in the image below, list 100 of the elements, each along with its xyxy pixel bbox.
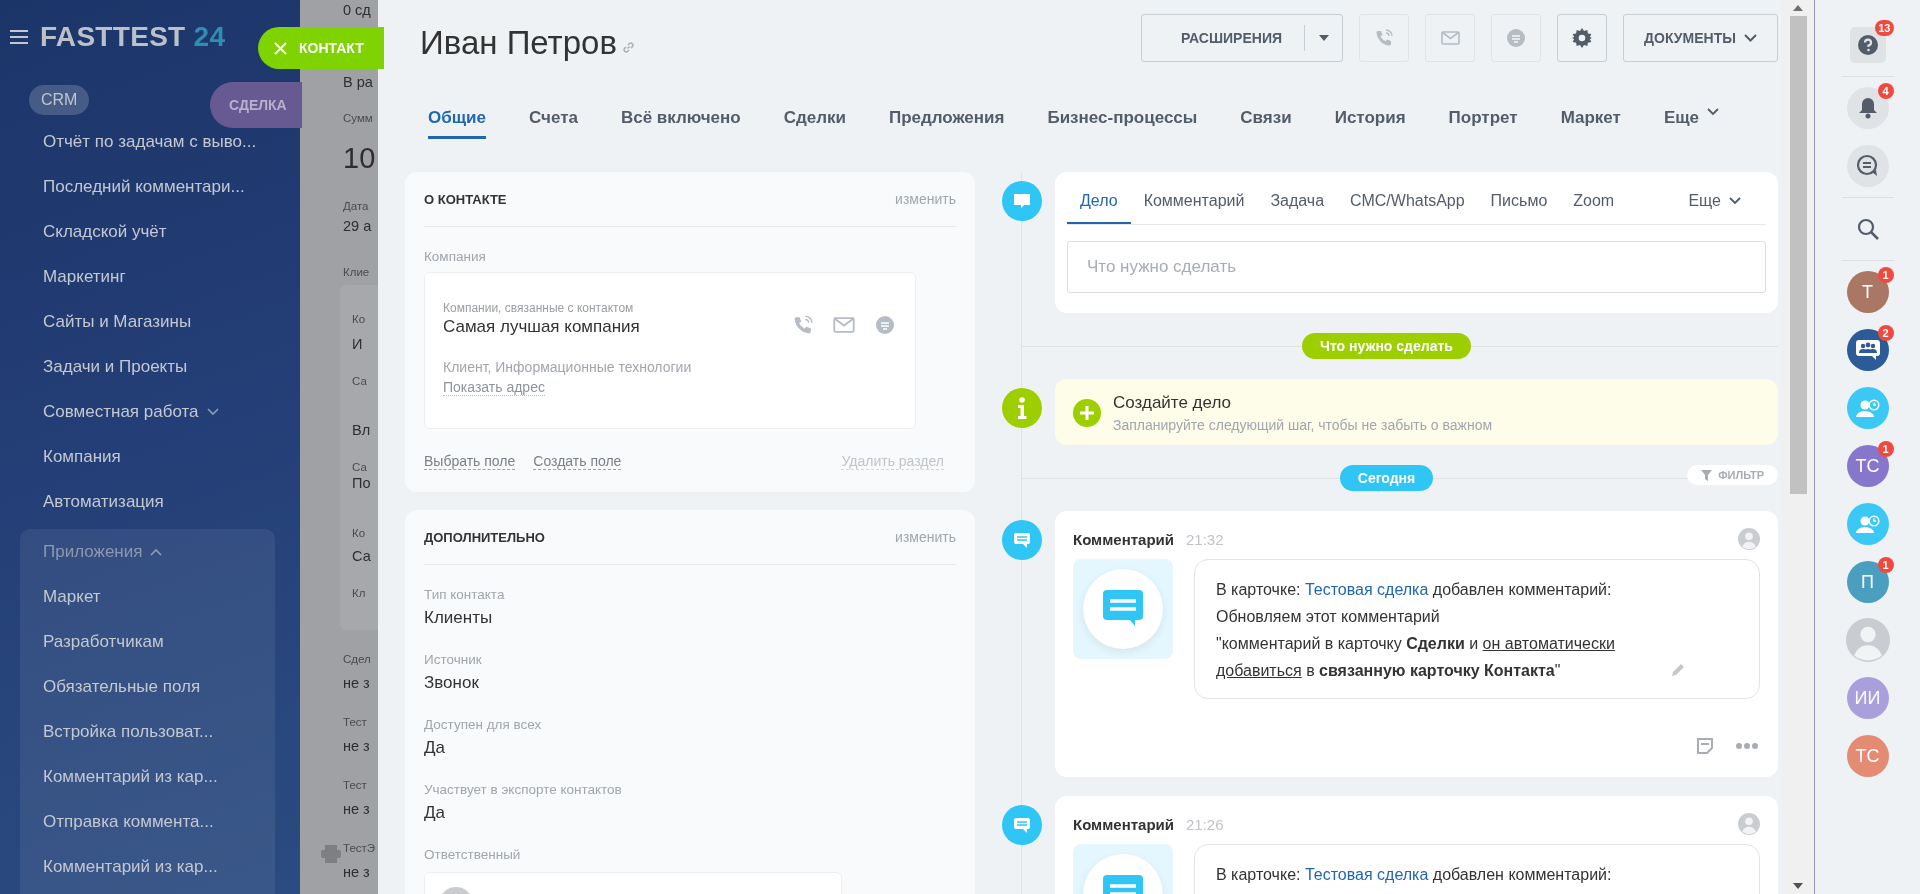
counter-badge: 13: [1875, 20, 1894, 36]
menu-item[interactable]: Совместная работа: [0, 389, 300, 434]
menu-item[interactable]: Компания: [0, 434, 300, 479]
tab[interactable]: История: [1334, 108, 1406, 139]
section-title: ДОПОЛНИТЕЛЬНО: [424, 529, 545, 545]
settings-button[interactable]: [1557, 14, 1607, 62]
chat-icon[interactable]: [1855, 154, 1880, 178]
comment-icon: [1002, 181, 1042, 221]
background-text: ТестЭ: [343, 841, 377, 856]
comment-text: В карточке: Тестовая сделка добавлен комментарий: Обновляем этот комментарий "комментарий в карточку Сделки и он автоматически добавиться в связанную карточку Контакта": [1216, 580, 1616, 681]
menu-item[interactable]: Складской учёт: [0, 209, 300, 254]
tab[interactable]: Сделки: [783, 108, 846, 139]
more-icon[interactable]: [1736, 743, 1758, 749]
more-tab[interactable]: Еще: [1688, 192, 1754, 224]
company-name[interactable]: Самая лучшая компания: [443, 317, 793, 337]
editor-tab[interactable]: Дело: [1067, 192, 1131, 224]
menu-item[interactable]: Разработчикам: [20, 619, 275, 664]
scrollbar[interactable]: [1782, 0, 1815, 894]
field-value: Да: [424, 803, 446, 823]
create-title: Создайте дело: [1113, 393, 1232, 413]
user-clock-icon[interactable]: [1854, 513, 1881, 535]
editor-tab[interactable]: Zoom: [1560, 192, 1628, 224]
menu-item[interactable]: Комментарий из кар...: [20, 754, 275, 799]
link-icon[interactable]: [621, 41, 635, 54]
editor-tab[interactable]: СМС/WhatsApp: [1337, 192, 1478, 224]
menu-item[interactable]: Встройка пользоват...: [20, 709, 275, 754]
editor-tab[interactable]: Задача: [1257, 192, 1338, 224]
field-action-link[interactable]: Выбрать поле: [424, 453, 516, 470]
menu-item[interactable]: Последний комментари...: [0, 164, 300, 209]
menu-item[interactable]: Автоматизация: [0, 479, 300, 524]
user-clock-avatar[interactable]: [1846, 503, 1889, 545]
menu-item[interactable]: Отправка коммента...: [20, 799, 275, 844]
notifications-button[interactable]: [1846, 87, 1889, 129]
scroll-down-icon[interactable]: [1793, 883, 1803, 889]
menu-item[interactable]: Маркетинг: [0, 254, 300, 299]
show-address-link[interactable]: Показать адрес: [443, 379, 545, 396]
tab[interactable]: Связи: [1240, 108, 1292, 139]
note-icon[interactable]: [1696, 737, 1714, 755]
field-label: Участвует в экспорте контактов: [424, 782, 623, 797]
filter-icon[interactable]: [1701, 469, 1713, 481]
field-action-link[interactable]: Создать поле: [533, 453, 622, 470]
extensions-button[interactable]: РАСШИРЕНИЯ: [1141, 14, 1343, 62]
user-avatar: [1738, 813, 1760, 835]
mail-icon[interactable]: [833, 317, 855, 333]
menu-item[interactable]: Задачи и Проекты: [0, 344, 300, 389]
tab[interactable]: Общие: [428, 108, 486, 139]
tab[interactable]: Счета: [529, 108, 578, 139]
chevron-icon[interactable]: [150, 547, 163, 556]
tab[interactable]: Бизнес-процессы: [1047, 108, 1198, 139]
bell-icon[interactable]: [1857, 97, 1878, 119]
chevron-icon[interactable]: [1707, 108, 1720, 116]
deal-link[interactable]: Тестовая сделка: [1304, 581, 1429, 598]
menu-item[interactable]: Комментарий из кар...: [20, 844, 275, 889]
create-activity-card[interactable]: Создайте дело Запланируйте следующий шаг, чтобы не забыть о важном: [1055, 379, 1778, 445]
create-subtitle: Запланируйте следующий шаг, чтобы не забыть о важном: [1113, 417, 1493, 433]
background-text: 29 а: [343, 217, 373, 236]
documents-button[interactable]: ДОКУМЕНТЫ: [1623, 14, 1778, 62]
tab[interactable]: Всё включено: [620, 108, 741, 139]
menu-item[interactable]: Обязательные поля: [20, 664, 275, 709]
todo-input[interactable]: Что нужно сделать: [1067, 241, 1766, 293]
field-label: Доступен для всех: [424, 717, 543, 732]
editor-tab[interactable]: Комментарий: [1130, 192, 1258, 224]
tab[interactable]: Еще: [1663, 108, 1720, 139]
field-value: Звонок: [424, 673, 480, 693]
editor-tab[interactable]: Письмо: [1477, 192, 1561, 224]
menu-pill[interactable]: CRM: [29, 85, 90, 115]
comment-time: 21:26: [1186, 815, 1224, 833]
chat-bubble-icon: [1103, 590, 1143, 628]
menu-icon[interactable]: [10, 30, 28, 44]
user-clock-icon[interactable]: [1854, 397, 1881, 419]
edit-icon[interactable]: [1671, 663, 1685, 677]
counter-badge: 1: [1877, 267, 1894, 283]
background-text: не з: [343, 800, 371, 819]
search-icon[interactable]: [1856, 218, 1879, 240]
deal-link[interactable]: Тестовая сделка: [1304, 866, 1429, 883]
tab[interactable]: Портрет: [1448, 108, 1518, 139]
logo[interactable]: FASTTEST 24: [40, 21, 226, 53]
chevron-icon[interactable]: [1743, 34, 1757, 42]
phone-icon[interactable]: [793, 315, 813, 335]
comment-text: В карточке: Тестовая сделка добавлен комментарий:: [1216, 865, 1612, 885]
field-label: Источник: [424, 652, 483, 667]
chat-button[interactable]: [1846, 145, 1889, 187]
group-icon[interactable]: [1854, 339, 1881, 361]
tab[interactable]: Маркет: [1560, 108, 1621, 139]
background-text: Тест: [343, 778, 368, 793]
chevron-icon[interactable]: [206, 407, 219, 416]
settings-icon[interactable]: [1572, 28, 1592, 48]
tab[interactable]: Предложения: [888, 108, 1005, 139]
group-chat-avatar[interactable]: [1846, 329, 1889, 371]
chevron-icon[interactable]: [1729, 197, 1741, 205]
menu-item[interactable]: Маркет: [20, 574, 275, 619]
close-icon[interactable]: [274, 41, 287, 55]
help-icon[interactable]: [1857, 35, 1878, 55]
add-icon[interactable]: [1073, 399, 1101, 427]
background-text: Ко: [352, 526, 367, 541]
user-clock-avatar[interactable]: [1846, 387, 1889, 429]
menu-item[interactable]: Сайты и Магазины: [0, 299, 300, 344]
caret-icon[interactable]: [1319, 35, 1329, 41]
background-text: не з: [343, 674, 371, 693]
scroll-up-icon[interactable]: [1793, 5, 1803, 11]
